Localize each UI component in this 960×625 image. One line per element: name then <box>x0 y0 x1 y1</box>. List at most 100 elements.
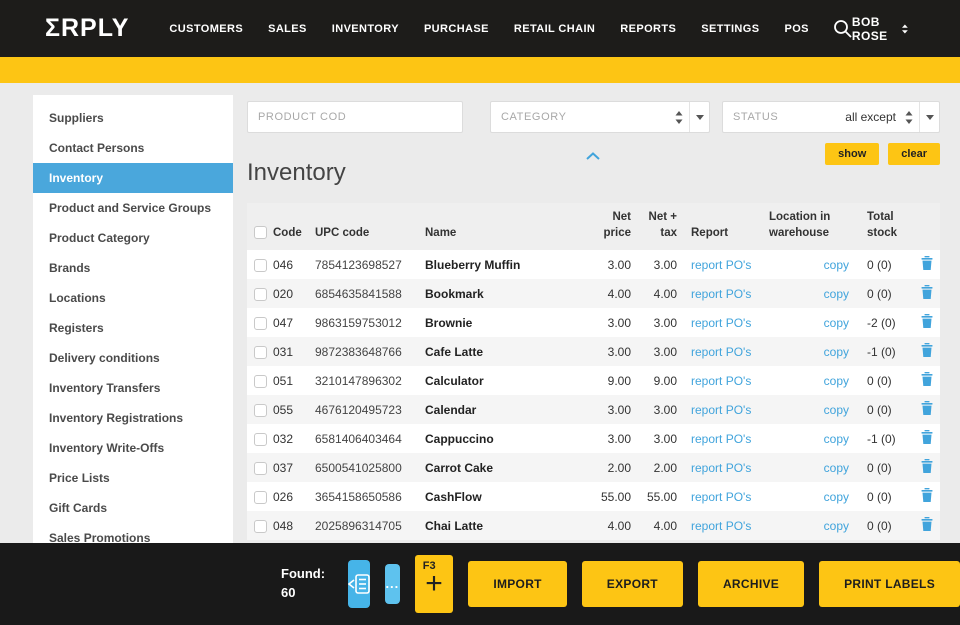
sidebar-item[interactable]: Product Category <box>33 223 233 253</box>
cell-name[interactable]: Calendar <box>425 403 585 417</box>
report-link[interactable]: report <box>691 403 722 417</box>
nav-item[interactable]: SETTINGS <box>701 23 759 35</box>
row-checkbox[interactable] <box>254 345 267 359</box>
header-name[interactable]: Name <box>425 226 585 242</box>
delete-icon[interactable] <box>921 401 933 416</box>
cell-name[interactable]: Blueberry Muffin <box>425 258 585 272</box>
pos-link[interactable]: PO's <box>726 287 752 301</box>
nav-item[interactable]: INVENTORY <box>332 23 399 35</box>
copy-link[interactable]: copy <box>824 345 849 359</box>
cell-name[interactable]: Cappuccino <box>425 432 585 446</box>
sidebar-item[interactable]: Contact Persons <box>33 133 233 163</box>
header-net-tax[interactable]: Net + tax <box>635 210 681 241</box>
pos-link[interactable]: PO's <box>726 403 752 417</box>
delete-icon[interactable] <box>921 256 933 271</box>
search-icon[interactable] <box>833 19 852 38</box>
report-link[interactable]: report <box>691 316 722 330</box>
cell-name[interactable]: Cafe Latte <box>425 345 585 359</box>
delete-icon[interactable] <box>921 517 933 532</box>
copy-link[interactable]: copy <box>824 258 849 272</box>
pos-link[interactable]: PO's <box>726 432 752 446</box>
nav-item[interactable]: CUSTOMERS <box>169 23 243 35</box>
cell-name[interactable]: Calculator <box>425 374 585 388</box>
nav-item[interactable]: SALES <box>268 23 307 35</box>
copy-link[interactable]: copy <box>824 287 849 301</box>
copy-link[interactable]: copy <box>824 374 849 388</box>
row-checkbox[interactable] <box>254 461 267 475</box>
header-net-price[interactable]: Net price <box>585 210 635 241</box>
delete-icon[interactable] <box>921 459 933 474</box>
sidebar-item[interactable]: Inventory Registrations <box>33 403 233 433</box>
select-all-checkbox[interactable] <box>254 225 267 239</box>
cell-name[interactable]: Chai Latte <box>425 519 585 533</box>
nav-item[interactable]: REPORTS <box>620 23 676 35</box>
user-menu[interactable]: BOB ROSE <box>852 15 908 43</box>
pos-link[interactable]: PO's <box>726 519 752 533</box>
sidebar-item[interactable]: Suppliers <box>33 103 233 133</box>
sidebar-item[interactable]: Price Lists <box>33 463 233 493</box>
row-checkbox[interactable] <box>254 519 267 533</box>
toggle-sidebar-button[interactable] <box>348 560 370 608</box>
cell-name[interactable]: Carrot Cake <box>425 461 585 475</box>
add-product-button[interactable]: F3 + <box>414 555 454 613</box>
report-link[interactable]: report <box>691 432 722 446</box>
header-code[interactable]: Code <box>273 226 315 242</box>
clear-button[interactable]: clear <box>888 143 940 165</box>
sidebar-item[interactable]: Brands <box>33 253 233 283</box>
category-select[interactable]: CATEGORY <box>490 101 710 133</box>
pos-link[interactable]: PO's <box>726 316 752 330</box>
report-link[interactable]: report <box>691 461 722 475</box>
cell-name[interactable]: Brownie <box>425 316 585 330</box>
report-link[interactable]: report <box>691 258 722 272</box>
report-link[interactable]: report <box>691 287 722 301</box>
sidebar-item[interactable]: Delivery conditions <box>33 343 233 373</box>
erply-logo[interactable]: ΣRPLY <box>45 14 129 43</box>
nav-item[interactable]: RETAIL CHAIN <box>514 23 595 35</box>
sidebar-item[interactable]: Inventory Write-Offs <box>33 433 233 463</box>
report-link[interactable]: report <box>691 490 722 504</box>
sidebar-item[interactable]: Registers <box>33 313 233 343</box>
sidebar-item[interactable]: Product and Service Groups <box>33 193 233 223</box>
copy-link[interactable]: copy <box>824 519 849 533</box>
copy-link[interactable]: copy <box>824 490 849 504</box>
category-stepper-icon[interactable] <box>675 110 683 124</box>
collapse-filters-icon[interactable] <box>586 147 600 165</box>
archive-button[interactable]: ARCHIVE <box>697 561 805 607</box>
import-button[interactable]: IMPORT <box>468 561 567 607</box>
status-select[interactable]: STATUS all except <box>722 101 940 133</box>
nav-item[interactable]: POS <box>784 23 808 35</box>
header-upc[interactable]: UPC code <box>315 226 425 242</box>
delete-icon[interactable] <box>921 430 933 445</box>
delete-icon[interactable] <box>921 488 933 503</box>
copy-link[interactable]: copy <box>824 316 849 330</box>
delete-icon[interactable] <box>921 372 933 387</box>
export-button[interactable]: EXPORT <box>581 561 683 607</box>
delete-icon[interactable] <box>921 314 933 329</box>
delete-icon[interactable] <box>921 285 933 300</box>
cell-name[interactable]: Bookmark <box>425 287 585 301</box>
row-checkbox[interactable] <box>254 432 267 446</box>
pos-link[interactable]: PO's <box>726 490 752 504</box>
status-dropdown-caret-icon[interactable] <box>919 102 939 132</box>
sidebar-item[interactable]: Inventory Transfers <box>33 373 233 403</box>
print-labels-button[interactable]: PRINT LABELS <box>819 561 960 607</box>
cell-name[interactable]: CashFlow <box>425 490 585 504</box>
category-dropdown-caret-icon[interactable] <box>689 102 709 132</box>
report-link[interactable]: report <box>691 519 722 533</box>
pos-link[interactable]: PO's <box>726 461 752 475</box>
delete-icon[interactable] <box>921 343 933 358</box>
copy-link[interactable]: copy <box>824 461 849 475</box>
product-code-input[interactable] <box>247 101 463 133</box>
row-checkbox[interactable] <box>254 374 267 388</box>
pos-link[interactable]: PO's <box>726 345 752 359</box>
row-checkbox[interactable] <box>254 490 267 504</box>
show-button[interactable]: show <box>825 143 880 165</box>
row-checkbox[interactable] <box>254 287 267 301</box>
report-link[interactable]: report <box>691 345 722 359</box>
sidebar-item[interactable]: Gift Cards <box>33 493 233 523</box>
sidebar-item[interactable]: Inventory <box>33 163 233 193</box>
report-link[interactable]: report <box>691 374 722 388</box>
row-checkbox[interactable] <box>254 403 267 417</box>
row-checkbox[interactable] <box>254 316 267 330</box>
row-checkbox[interactable] <box>254 258 267 272</box>
